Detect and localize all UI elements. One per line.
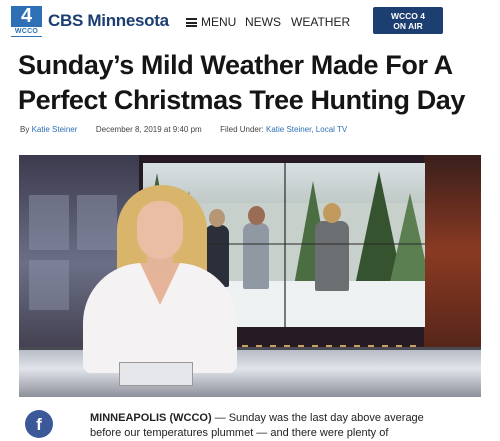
menu-button[interactable]: MENU: [186, 15, 236, 29]
facebook-share-button[interactable]: f: [25, 410, 53, 438]
article-headline: Sunday’s Mild Weather Made For A Perfect…: [18, 50, 466, 115]
author-link[interactable]: Katie Steiner: [32, 125, 78, 134]
wcco-logo[interactable]: 4 WCCO: [11, 5, 42, 37]
menu-label: MENU: [201, 15, 237, 29]
body-line-1: MINNEAPOLIS (WCCO) — Sunday was the last…: [90, 411, 490, 426]
on-air-line1: WCCO 4: [391, 11, 425, 21]
logo-number: 4: [20, 5, 33, 27]
hamburger-icon: [186, 18, 197, 27]
on-air-button[interactable]: WCCO 4 ON AIR: [373, 7, 443, 34]
anchor-tablet: [119, 362, 193, 386]
body-line-2: before our temperatures plummet — and th…: [90, 427, 389, 439]
nav-news[interactable]: NEWS: [245, 15, 281, 29]
site-brand[interactable]: CBS Minnesota: [48, 11, 169, 31]
nav-weather[interactable]: WEATHER: [291, 15, 350, 29]
dateline: MINNEAPOLIS (WCCO): [90, 412, 212, 424]
facebook-icon: f: [36, 415, 42, 434]
logo-callsign: WCCO: [11, 27, 42, 36]
byline-prefix: By: [20, 125, 30, 134]
filed-under-label: Filed Under:: [220, 125, 264, 134]
filed-under-links[interactable]: Katie Steiner, Local TV: [266, 125, 347, 134]
hero-image[interactable]: [19, 155, 481, 397]
article-body: MINNEAPOLIS (WCCO) — Sunday was the last…: [90, 411, 490, 441]
publish-date: December 8, 2019 at 9:40 pm: [95, 125, 202, 134]
body-line-1-text: — Sunday was the last day above average: [211, 412, 424, 424]
anchor-face: [137, 201, 183, 259]
byline: By Katie Steiner December 8, 2019 at 9:4…: [20, 125, 347, 134]
site-header: 4 WCCO CBS Minnesota MENU NEWS WEATHER W…: [0, 0, 500, 40]
on-air-line2: ON AIR: [393, 21, 423, 31]
